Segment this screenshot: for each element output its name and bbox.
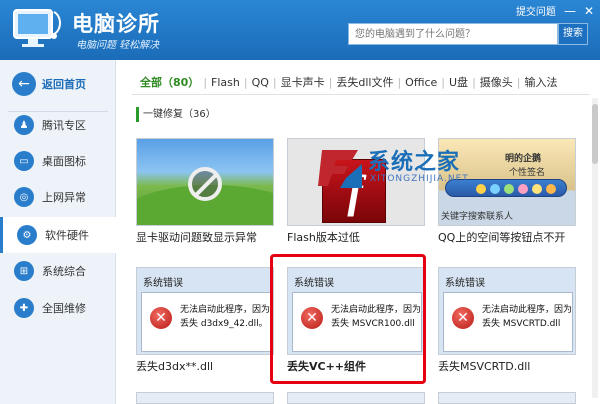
error-dialog-thumbnail: 系统错误 ✕ 无法启动此程序，因为 丢失 d3dx9_42.dll。 [136, 267, 274, 355]
sidebar-item-system[interactable]: ⊞ 系统综合 [0, 253, 116, 289]
sidebar-item-label: 软件硬件 [45, 229, 89, 242]
card-caption: QQ上的空间等按钮点不开 [438, 231, 566, 244]
forbidden-icon [188, 167, 222, 201]
error-icon: ✕ [150, 307, 172, 329]
error-dialog-thumbnail: 系统错误 ✕ 无法启动此程序，因为 丢失 MSVCRTD.dll [438, 267, 576, 355]
search-button[interactable]: 搜索 [558, 23, 588, 45]
tab-all[interactable]: 全部（80） [136, 74, 203, 90]
back-home-button[interactable]: ← 返回首页 [0, 66, 116, 102]
error-message-line2: 丢失 MSVCRTD.dll [482, 319, 561, 329]
back-home-label: 返回首页 [42, 78, 86, 91]
dialog-title: 系统错误 [445, 278, 485, 289]
tab-missing-dll[interactable]: 丢失dll文件 [332, 74, 397, 90]
card-missing-d3dx[interactable]: 系统错误 ✕ 无法启动此程序，因为 丢失 d3dx9_42.dll。 丢失d3dx… [136, 267, 274, 377]
sidebar-item-label: 桌面图标 [42, 155, 86, 168]
watermark-url: XITONGZHIJIA.NET [370, 174, 469, 184]
scrollbar-thumb[interactable] [592, 104, 598, 164]
arrow-left-icon: ← [12, 72, 36, 96]
sidebar-item-label: 系统综合 [42, 265, 86, 278]
sidebar-item-desktop-icons[interactable]: ▭ 桌面图标 [0, 143, 116, 179]
error-message-line1: 无法启动此程序，因为 [180, 305, 271, 315]
sidebar-item-label: 上网异常 [42, 191, 86, 204]
xp-wallpaper-thumbnail [136, 138, 274, 226]
card-missing-msvcrtd[interactable]: 系统错误 ✕ 无法启动此程序，因为 丢失 MSVCRTD.dll 丢失MSVCRT… [438, 267, 576, 377]
section-title: 一键修复（36） [136, 107, 216, 122]
globe-icon: ◎ [14, 187, 34, 207]
watermark: 系统之家 XITONGZHIJIA.NET [318, 140, 508, 194]
sidebar-item-label: 腾讯专区 [42, 119, 86, 132]
error-icon: ✕ [452, 307, 474, 329]
sidebar-item-software-hardware[interactable]: ⚙ 软件硬件 [0, 217, 116, 253]
watermark-logo-icon [318, 150, 362, 188]
tab-flash[interactable]: Flash [207, 76, 244, 89]
search-input[interactable] [348, 23, 558, 45]
partial-card [287, 392, 425, 404]
category-tabs: 全部（80） | Flash | QQ | 显卡声卡 | 丢失dll文件 | Office… [136, 74, 562, 90]
qq-search-hint: 关键字搜索联系人 [441, 212, 514, 222]
app-slogan: 电脑问题 轻松解决 [76, 40, 160, 51]
tab-input-method[interactable]: 输入法 [521, 74, 562, 90]
window-controls: 提交问题 — ✕ [516, 3, 594, 19]
app-header: 电脑诊所 电脑问题 轻松解决 提交问题 — ✕ 搜索 [0, 0, 600, 60]
card-caption: 丢失d3dx**.dll [136, 360, 214, 373]
watermark-text: 系统之家 [368, 150, 461, 175]
partial-card [438, 392, 576, 404]
sidebar-item-network[interactable]: ◎ 上网异常 [0, 179, 116, 215]
error-message-line2: 丢失 d3dx9_42.dll。 [180, 319, 268, 329]
submit-question-link[interactable]: 提交问题 [516, 3, 556, 18]
app-title: 电脑诊所 [72, 12, 160, 36]
minimize-button[interactable]: — [564, 5, 576, 17]
card-caption: 显卡驱动问题致显示异常 [136, 231, 257, 244]
dialog-title: 系统错误 [143, 278, 183, 289]
gear-icon: ⚙ [17, 225, 37, 245]
qq-signature: 个性签名 [509, 168, 546, 178]
highlight-box [270, 254, 426, 384]
card-caption: 丢失MSVCRTD.dll [438, 360, 531, 373]
scrollbar[interactable] [592, 98, 598, 398]
wrench-icon: ✚ [14, 298, 34, 318]
sidebar-item-label: 全国维修 [42, 302, 86, 315]
sidebar-item-tencent[interactable]: ♟ 腾讯专区 [0, 107, 116, 143]
tab-office[interactable]: Office [401, 76, 441, 89]
tab-usb[interactable]: U盘 [445, 74, 472, 90]
windows-icon: ⊞ [14, 261, 34, 281]
card-display-driver[interactable]: 显卡驱动问题致显示异常 [136, 138, 274, 248]
tab-camera[interactable]: 摄像头 [476, 74, 517, 90]
qq-penguin-icon: ♟ [14, 115, 34, 135]
tab-graphics-sound[interactable]: 显卡声卡 [277, 74, 329, 90]
sidebar: ← 返回首页 ♟ 腾讯专区 ▭ 桌面图标 ◎ 上网异常 ⚙ 软件硬件 ⊞ 系统综… [0, 60, 116, 404]
error-message-line1: 无法启动此程序，因为 [482, 305, 573, 315]
computer-stethoscope-logo [13, 9, 61, 47]
card-caption: Flash版本过低 [287, 231, 360, 244]
sidebar-item-repair[interactable]: ✚ 全国维修 [0, 290, 116, 326]
qq-nickname: 明的企鹅 [505, 154, 542, 164]
partial-card [136, 392, 274, 404]
monitor-icon: ▭ [14, 151, 34, 171]
tab-qq[interactable]: QQ [248, 76, 273, 89]
tabs-divider [132, 94, 590, 95]
close-button[interactable]: ✕ [584, 5, 594, 17]
